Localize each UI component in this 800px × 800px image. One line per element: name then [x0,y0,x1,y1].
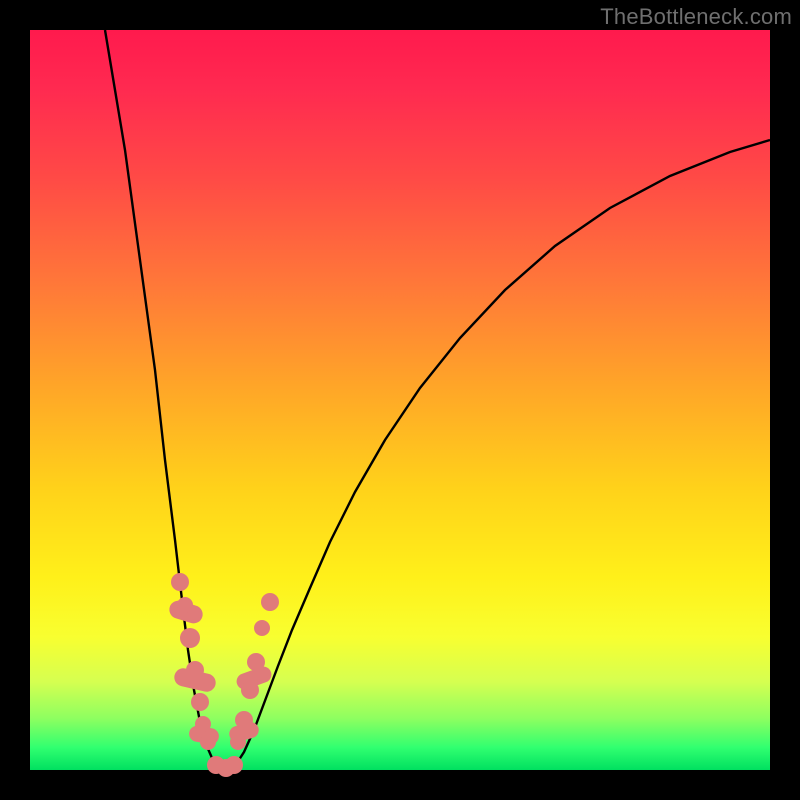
chart-frame: TheBottleneck.com [0,0,800,800]
marker-dot [254,620,270,636]
curve-right [226,140,770,770]
marker-dot [195,716,211,732]
marker-dot [171,573,189,591]
marker-dot [235,711,253,729]
marker-dot [225,756,243,774]
marker-dot [230,734,246,750]
curve-left [105,30,226,770]
curve-svg [30,30,770,770]
marker-dot [191,693,209,711]
marker-dot [247,653,265,671]
marker-dot [177,597,193,613]
marker-dot [261,593,279,611]
watermark-text: TheBottleneck.com [600,4,792,30]
marker-dot [186,661,204,679]
marker-dot [241,681,259,699]
marker-dot [200,734,216,750]
marker-dot [180,628,200,648]
plot-area [30,30,770,770]
